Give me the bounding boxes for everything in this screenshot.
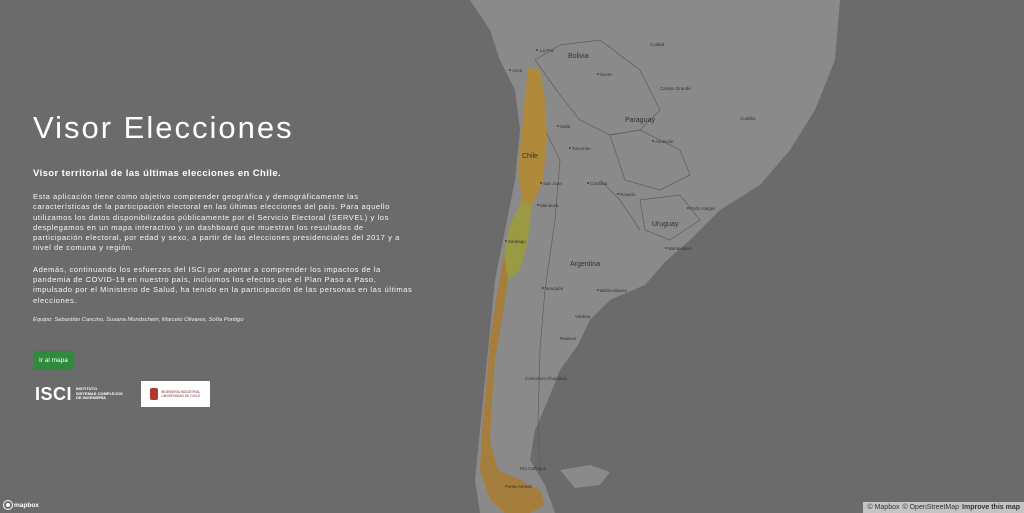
country-label: Chile <box>522 153 538 160</box>
logos-row: ISCI INSTITUTO SISTEMAS COMPLEJOS DE ING… <box>35 381 210 407</box>
team-credits: Equipo: Sebastián Cancino, Susana Mondsc… <box>33 316 244 323</box>
city-label: Asunción <box>655 139 674 144</box>
country-label: Uruguay <box>652 221 679 228</box>
intro-panel: Visor Elecciones Visor territorial de la… <box>33 110 413 370</box>
city-label: Porto Alegre <box>690 206 715 211</box>
city-label: Neuquén <box>545 286 564 291</box>
improve-map-link[interactable]: Improve this map <box>962 504 1020 511</box>
city-label: Río Gallegos <box>520 466 547 471</box>
go-to-map-button[interactable]: Ir al mapa <box>33 350 74 370</box>
city-label: Córdoba <box>590 181 608 186</box>
city-label: Punta Arenas <box>505 484 533 489</box>
city-label: Santiago <box>508 239 526 244</box>
country-label: Argentina <box>570 261 600 268</box>
uchile-logo-text: INGENIERÍA INDUSTRIAL UNIVERSIDAD DE CHI… <box>161 390 201 398</box>
city-label: San Juan <box>543 181 563 186</box>
city-label: Salta <box>560 124 571 129</box>
city-label: Rawson <box>560 336 577 341</box>
city-label: La Paz <box>540 48 555 53</box>
description-paragraph: Esta aplicación tiene como objetivo comp… <box>33 192 400 253</box>
isci-logo[interactable]: ISCI INSTITUTO SISTEMAS COMPLEJOS DE ING… <box>35 384 123 405</box>
city-label: Campo Grande <box>660 86 691 91</box>
city-label: Cuiabá <box>650 42 665 47</box>
country-label: Paraguay <box>625 117 655 124</box>
mapbox-icon <box>4 501 12 509</box>
map-attribution: © Mapbox © OpenStreetMap Improve this ma… <box>863 502 1024 513</box>
description-paragraph: Además, continuando los esfuerzos del IS… <box>33 264 413 305</box>
city-label: Rosario <box>620 192 636 197</box>
isci-logo-mark: ISCI <box>35 383 73 404</box>
city-label: Sucre <box>600 72 612 77</box>
city-label: Curitiba <box>740 116 756 121</box>
uchile-logo[interactable]: INGENIERÍA INDUSTRIAL UNIVERSIDAD DE CHI… <box>140 381 210 407</box>
mapbox-logo[interactable]: mapbox <box>4 501 39 509</box>
page-title: Visor Elecciones <box>33 110 294 145</box>
mapbox-logo-text: mapbox <box>14 501 39 509</box>
attribution-osm-link[interactable]: © OpenStreetMap <box>903 504 960 511</box>
city-label: Viedma <box>575 314 591 319</box>
uchile-seal-icon <box>150 388 158 400</box>
isci-logo-text: INSTITUTO SISTEMAS COMPLEJOS DE INGENIER… <box>76 385 123 401</box>
city-label: Comodoro Rivadavia <box>525 376 568 381</box>
city-label: Mendoza <box>540 203 559 208</box>
country-label: Bolivia <box>568 53 589 60</box>
city-label: Montevideo <box>668 246 692 251</box>
page-subtitle: Visor territorial de las últimas eleccio… <box>33 168 282 179</box>
city-label: Arica <box>512 68 523 73</box>
city-label: Bahía Blanca <box>600 288 627 293</box>
city-label: Tucumán <box>572 146 591 151</box>
attribution-mapbox-link[interactable]: © Mapbox <box>867 504 899 511</box>
